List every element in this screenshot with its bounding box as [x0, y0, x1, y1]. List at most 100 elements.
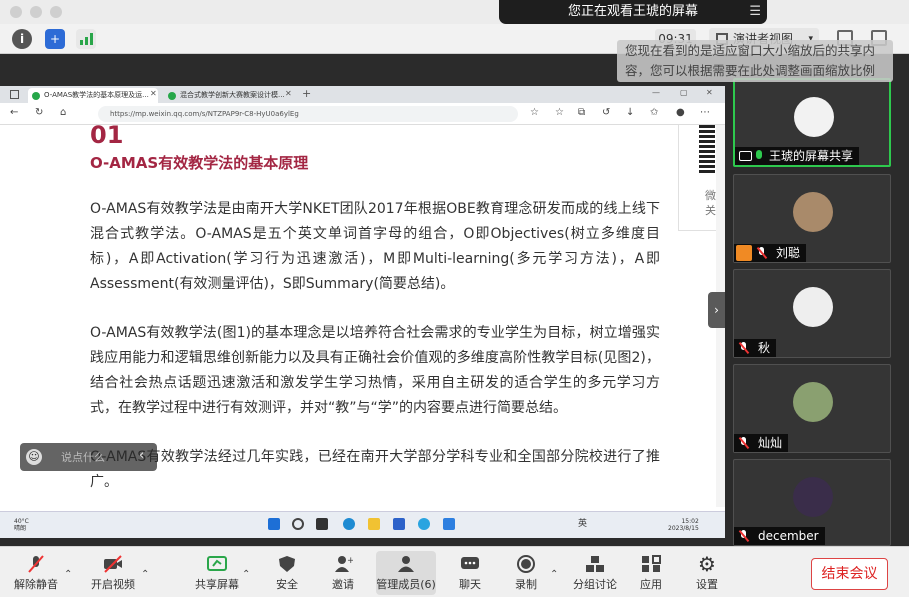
browser-tab-2[interactable]: 混合式教学创新大赛教案设计模...	[164, 88, 286, 103]
tab-close-icon[interactable]: ✕	[285, 89, 292, 98]
share-screen-icon	[207, 555, 227, 573]
participant-tile[interactable]: 王琥的屏幕共享	[733, 78, 891, 167]
collapse-panel-button[interactable]: ›	[708, 292, 725, 328]
back-icon[interactable]: ←	[10, 107, 18, 118]
start-video-button[interactable]: 开启视频	[83, 551, 143, 595]
participant-namebar: 秋	[734, 339, 777, 357]
apps-icon	[641, 555, 661, 573]
participant-tile[interactable]: december	[733, 459, 891, 546]
shield-icon	[277, 555, 297, 573]
edge-icon[interactable]	[343, 518, 355, 530]
browser-tabbar: O-AMAS教学法的基本原理及运... ✕ 混合式教学创新大赛教案设计模... …	[0, 86, 725, 103]
security-shield-icon[interactable]: +	[45, 29, 65, 49]
task-view-icon[interactable]	[316, 518, 328, 530]
screen-share-icon	[739, 151, 752, 161]
video-options-chevron-icon[interactable]: ⌃	[141, 569, 149, 580]
download-icon[interactable]: ↓	[626, 107, 634, 118]
close-icon[interactable]: ✕	[706, 88, 713, 97]
mic-muted-icon	[738, 342, 750, 354]
home-icon[interactable]: ⌂	[60, 107, 66, 118]
members-icon	[396, 555, 416, 573]
audio-options-chevron-icon[interactable]: ⌃	[64, 569, 72, 580]
settings-button[interactable]: ⚙ 设置	[677, 551, 737, 595]
meeting-controls: 解除静音 ⌃ 开启视频 ⌃ 共享屏幕 ⌃ 安全 + 邀请 管理成员(6) 聊天 …	[0, 546, 909, 597]
window-titlebar	[0, 0, 909, 24]
apps-button[interactable]: 应用	[621, 551, 681, 595]
ime-indicator[interactable]: 英	[578, 520, 587, 529]
emoji-icon[interactable]: ☺	[26, 449, 42, 465]
maximize-icon[interactable]: ▢	[680, 88, 688, 97]
record-label: 录制	[515, 578, 537, 591]
participant-name: 王琥的屏幕共享	[769, 149, 854, 163]
signal-strength-icon[interactable]	[76, 29, 96, 49]
apps-label: 应用	[640, 578, 662, 591]
start-video-label: 开启视频	[91, 578, 135, 591]
follow-text-1: 微	[705, 189, 716, 202]
viewing-banner: 您正在观看王琥的屏幕 ☰	[499, 0, 767, 24]
invite-button[interactable]: + 邀请	[313, 551, 373, 595]
history-icon[interactable]: ↺	[602, 107, 610, 118]
participant-tile[interactable]: 灿灿	[733, 364, 891, 453]
weather-temp: 40°C	[14, 518, 29, 525]
participant-namebar: december	[734, 527, 825, 545]
collections-icon[interactable]: ☆	[555, 107, 564, 118]
info-icon[interactable]: i	[12, 29, 32, 49]
mic-icon	[756, 150, 762, 159]
article-paragraph-1: O-AMAS有效教学法是由南开大学NKET团队2017年根据OBE教育理念研发而…	[90, 201, 660, 292]
weather-widget[interactable]: 40°C 晴朗	[14, 518, 29, 532]
security-button[interactable]: 安全	[257, 551, 317, 595]
minimize-window-button[interactable]	[30, 6, 42, 18]
menu-icon[interactable]: ☰	[749, 0, 761, 24]
avatar	[793, 192, 833, 232]
avatar	[794, 97, 834, 137]
participant-tile[interactable]: 秋	[733, 269, 891, 358]
record-icon	[516, 555, 536, 573]
favorites-icon[interactable]: ✩	[650, 107, 658, 118]
record-options-chevron-icon[interactable]: ⌃	[550, 569, 558, 580]
meeting-app-icon[interactable]	[443, 518, 455, 530]
video-off-icon	[103, 555, 123, 573]
notice-line-2: 容，您可以根据需要在此处调整画面缩放比例	[625, 63, 876, 78]
start-icon[interactable]	[268, 518, 280, 530]
window-icon	[10, 90, 19, 99]
share-screen-label: 共享屏幕	[195, 578, 239, 591]
favorite-icon[interactable]: ☆	[530, 107, 539, 118]
chat-input-bar[interactable]: ☺ 说点什么 ‹	[20, 443, 157, 471]
chevron-left-icon[interactable]: ‹	[139, 448, 144, 463]
clock[interactable]: 15:02 2023/8/15	[668, 518, 699, 532]
follow-text-2: 关	[705, 204, 716, 217]
minimize-icon[interactable]: —	[652, 88, 660, 97]
search-icon[interactable]	[292, 518, 304, 530]
participant-namebar: 刘聪	[734, 244, 807, 262]
zoom-hint-notice: 您现在看到的是适应窗口大小缩放后的共享内 容，您可以根据需要在此处调整画面缩放比…	[617, 40, 893, 82]
close-window-button[interactable]	[10, 6, 22, 18]
browser-tab-1[interactable]: O-AMAS教学法的基本原理及运...	[28, 88, 158, 103]
mic-muted-icon	[738, 437, 750, 449]
more-icon[interactable]: ⋯	[700, 107, 710, 118]
mic-muted-icon	[738, 530, 750, 542]
extensions-icon[interactable]: ⧉	[578, 107, 585, 118]
manage-members-button[interactable]: 管理成员(6)	[376, 551, 436, 595]
participant-name: 秋	[758, 341, 771, 355]
record-button[interactable]: 录制	[496, 551, 556, 595]
chat-button[interactable]: 聊天	[440, 551, 500, 595]
address-bar[interactable]: https://mp.weixin.qq.com/s/NTZPAP9r-C8-H…	[98, 106, 518, 122]
svg-text:+: +	[347, 556, 353, 566]
unmute-button[interactable]: 解除静音	[6, 551, 66, 595]
breakout-rooms-button[interactable]: 分组讨论	[565, 551, 625, 595]
weather-desc: 晴朗	[14, 525, 27, 532]
participant-tile[interactable]: 刘聪	[733, 174, 891, 263]
profile-icon[interactable]: ●	[676, 107, 685, 118]
explorer-icon[interactable]	[368, 518, 380, 530]
new-tab-icon[interactable]: +	[302, 87, 311, 100]
app-icon[interactable]	[418, 518, 430, 530]
store-icon[interactable]	[393, 518, 405, 530]
tab-close-icon[interactable]: ✕	[150, 89, 157, 98]
share-options-chevron-icon[interactable]: ⌃	[242, 569, 250, 580]
host-icon	[736, 245, 752, 261]
zoom-window-button[interactable]	[50, 6, 62, 18]
end-meeting-button[interactable]: 结束会议	[811, 558, 888, 590]
mic-muted-icon	[26, 555, 46, 573]
refresh-icon[interactable]: ↻	[35, 107, 43, 118]
share-screen-button[interactable]: 共享屏幕	[187, 551, 247, 595]
